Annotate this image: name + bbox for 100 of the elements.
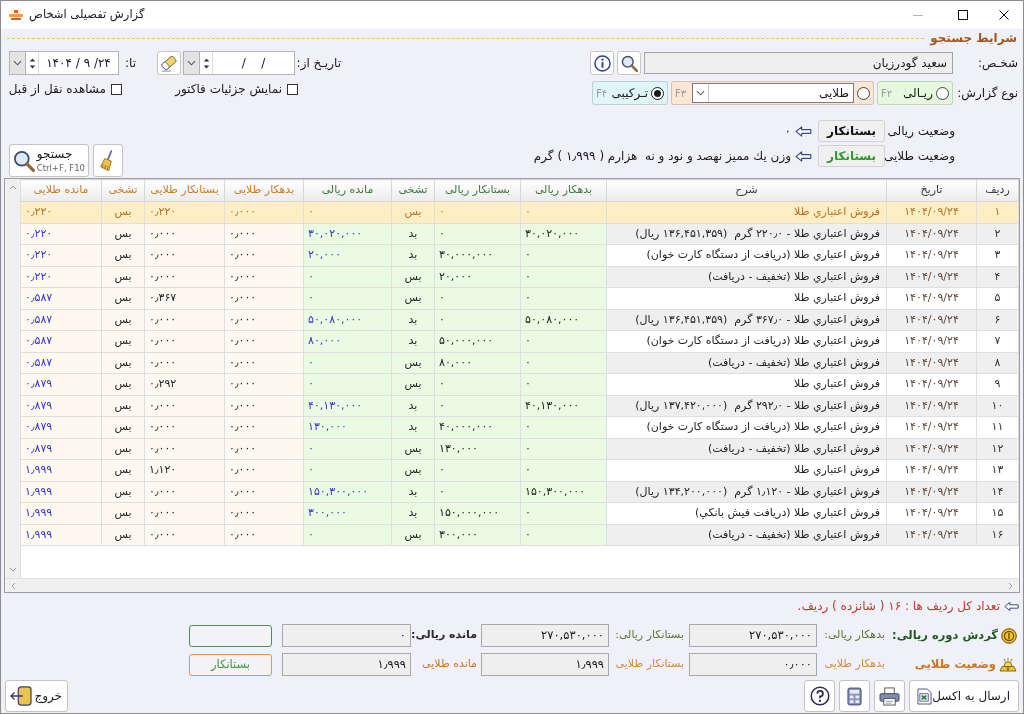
table-cell: بس — [391, 287, 435, 309]
search-button[interactable] — [617, 51, 641, 75]
checkbox[interactable] — [287, 83, 298, 95]
table-cell: ۰٫۰۰۰ — [224, 201, 304, 223]
table-cell: ۱۴۰۴/۰۹/۲۴ — [886, 524, 977, 546]
table-cell: ۸ — [976, 352, 1019, 374]
table-cell: ۰ — [520, 373, 607, 395]
table-cell: ۱۴ — [976, 481, 1019, 503]
table-row[interactable]: ۴ ۱۴۰۴/۰۹/۲۴ فروش اعتباري طلا (تخفیف - دریافت) ۰ ۲۰,۰۰۰ بس ۰ ۰٫۰۰۰ ۰٫۰۰۰ بس ۰٫۲۲۰ — [20, 266, 1019, 288]
spin-down-icon[interactable] — [202, 64, 210, 69]
status-field: بستانکار — [189, 653, 272, 676]
table-cell: ۰ — [520, 502, 607, 524]
table-cell: ۰٫۰۰۰ — [144, 223, 225, 245]
table-row[interactable]: ۶ ۱۴۰۴/۰۹/۲۴ فروش اعتباري طلا - ۳۶۷٫۰ گرم (۱۳۶,۴۵۱,۳۵۹ ریال) ۵۰,۰۸۰,۰۰۰ ۰ بد ۵۰,۰۸۰,۰۰۰ ۰٫۰۰۰ ۰٫۰۰۰ بس ۰٫۵۸۷ — [20, 309, 1019, 331]
date-field[interactable]: / / — [183, 51, 295, 75]
exit-button[interactable]: خروج — [5, 680, 68, 712]
table-row[interactable]: ۱ ۱۴۰۴/۰۹/۲۴ فروش اعتباري طلا ۰ ۰ بس ۰ ۰٫۰۰۰ ۰٫۲۲۰ بس ۰٫۲۲۰ — [20, 201, 1019, 223]
radio-label[interactable]: ریـالی — [903, 84, 933, 102]
table-cell: بس — [391, 438, 435, 460]
close-icon — [999, 10, 1009, 20]
clear-button[interactable] — [93, 144, 123, 177]
table-row[interactable]: ۱۰ ۱۴۰۴/۰۹/۲۴ فروش اعتباري طلا - ۲۹۲٫۰ گرم (۱۳۷,۴۲۰,۰۰۰ ریال) ۴۰,۱۳۰,۰۰۰ ۰ بد ۴۰,۱۳۰,۰۰۰ ۰٫۰۰۰ ۰٫۰۰۰ بس ۰٫۸۷۹ — [20, 395, 1019, 417]
table-cell: ۳۰۰,۰۰۰ — [434, 524, 521, 546]
table-row[interactable]: ۱۴ ۱۴۰۴/۰۹/۲۴ فروش اعتباري طلا - ۱٫۱۲۰ گرم (۱۳۴,۲۰۰,۰۰۰ ریال) ۱۵۰,۳۰۰,۰۰۰ ۰ بد ۱۵۰,۳۰۰,۰۰۰ ۰٫۰۰۰ ۰٫۰۰۰ بس ۱٫۹۹۹ — [20, 481, 1019, 503]
table-cell: ۰ — [434, 223, 521, 245]
table-cell: بس — [101, 502, 145, 524]
checkbox-label[interactable]: نمایش جزئیات فاکتور — [175, 80, 282, 98]
table-row[interactable]: ۳ ۱۴۰۴/۰۹/۲۴ فروش اعتباري طلا (دریافت از دستگاه کارت خوان) ۰ ۳۰,۰۰۰,۰۰۰ بد ۲۰,۰۰۰ ۰٫۰۰۰ ۰٫۰۰۰ بس ۰٫۲۲۰ — [20, 244, 1019, 266]
table-row[interactable]: ۱۱ ۱۴۰۴/۰۹/۲۴ فروش اعتباري طلا (دریافت از دستگاه کارت خوان) ۰ ۴۰,۰۰۰,۰۰۰ بد ۱۳۰,۰۰۰ ۰٫۰۰۰ ۰٫۰۰۰ بس ۰٫۸۷۹ — [20, 416, 1019, 438]
help-button[interactable] — [804, 680, 835, 712]
table-row[interactable]: ۵ ۱۴۰۴/۰۹/۲۴ فروش اعتباري طلا ۰ ۰ بس ۰ ۰٫۰۰۰ ۰٫۳۶۷ بس ۰٫۵۸۷ — [20, 287, 1019, 309]
column-header[interactable]: بدهکار ریالی — [520, 179, 607, 202]
column-header[interactable]: تاریخ — [886, 179, 977, 202]
table-cell: ۱۵ — [976, 502, 1019, 524]
spin-up-icon[interactable] — [28, 57, 36, 62]
radio-button[interactable] — [651, 86, 664, 100]
eraser-icon — [160, 54, 178, 72]
table-cell: بس — [391, 459, 435, 481]
table-cell: بس — [101, 287, 145, 309]
table-cell: بد — [391, 309, 435, 331]
table-cell: فروش اعتباري طلا — [606, 287, 887, 309]
table-cell: ۰٫۰۰۰ — [144, 352, 225, 374]
print-button[interactable] — [874, 680, 905, 712]
value-field: ۰٫۰۰۰ — [689, 653, 817, 676]
column-header[interactable]: مانده ریالی — [303, 179, 392, 202]
table-row[interactable]: ۲ ۱۴۰۴/۰۹/۲۴ فروش اعتباري طلا - ۲۲۰٫۰ گرم (۱۳۶,۴۵۱,۳۵۹ ریال) ۳۰,۰۲۰,۰۰۰ ۰ بد ۳۰,۰۲۰,۰۰۰ ۰٫۰۰۰ ۰٫۰۰۰ بس ۰٫۲۲۰ — [20, 223, 1019, 245]
date-field[interactable]: ۱۴۰۴ / ۹ /۲۴ — [9, 51, 119, 75]
table-row[interactable]: ۱۳ ۱۴۰۴/۰۹/۲۴ فروش اعتباري طلا ۰ ۰ بس ۰ ۰٫۰۰۰ ۱٫۱۲۰ بس ۱٫۹۹۹ — [20, 459, 1019, 481]
section-label: گردش دوره ریالی: — [892, 626, 998, 645]
export-button[interactable]: ارسال به اکسل — [909, 680, 1019, 712]
row-count-text: تعداد کل ردیف ها : ۱۶ ( شانزده ) ردیف. — [797, 598, 1000, 615]
column-header[interactable]: بستانکار ریالی — [434, 179, 521, 202]
info-button[interactable] — [590, 51, 614, 75]
table-cell: ۱۴۰۴/۰۹/۲۴ — [886, 287, 977, 309]
dropdown[interactable]: طلایی — [692, 83, 854, 103]
radio-button[interactable] — [936, 86, 949, 100]
table-cell: ۱۴۰۴/۰۹/۲۴ — [886, 330, 977, 352]
field-label: تاریـخ از: — [295, 55, 341, 72]
table-cell: فروش اعتباري طلا (دریافت از دستگاه کارت خوان) — [606, 244, 887, 266]
column-header[interactable]: تشخی — [391, 179, 435, 202]
table-cell: ۰ — [303, 201, 392, 223]
table-row[interactable]: ۸ ۱۴۰۴/۰۹/۲۴ فروش اعتباري طلا (تخفیف - دریافت) ۰ ۸۰,۰۰۰ بس ۰ ۰٫۰۰۰ ۰٫۰۰۰ بس ۰٫۵۸۷ — [20, 352, 1019, 374]
table-row[interactable]: ۱۵ ۱۴۰۴/۰۹/۲۴ فروش اعتباري طلا (دریافت فیش بانکي) ۰ ۱۵۰,۰۰۰,۰۰۰ بد ۳۰۰,۰۰۰ ۰٫۰۰۰ ۰٫۰۰۰ بس ۱٫۹۹۹ — [20, 502, 1019, 524]
table-cell: بس — [391, 524, 435, 546]
radio-button[interactable] — [857, 86, 870, 100]
table-row[interactable]: ۹ ۱۴۰۴/۰۹/۲۴ فروش اعتباري طلا ۰ ۰ بس ۰ ۰٫۰۰۰ ۰٫۲۹۲ بس ۰٫۸۷۹ — [20, 373, 1019, 395]
eraser-button[interactable] — [157, 51, 181, 75]
column-header[interactable]: شرح — [606, 179, 887, 202]
column-header[interactable]: ردیف — [976, 179, 1019, 202]
spin-up-icon[interactable] — [202, 57, 210, 62]
table-row[interactable]: ۷ ۱۴۰۴/۰۹/۲۴ فروش اعتباري طلا (دریافت از دستگاه کارت خوان) ۰ ۵۰,۰۰۰,۰۰۰ بد ۸۰,۰۰۰ ۰٫۰۰۰ ۰٫۰۰۰ بس ۰٫۵۸۷ — [20, 330, 1019, 352]
table-cell: ۱۴۰۴/۰۹/۲۴ — [886, 352, 977, 374]
chevron-down-icon[interactable] — [13, 60, 22, 66]
table-cell: بد — [391, 244, 435, 266]
table-cell: ۰٫۲۹۲ — [144, 373, 225, 395]
value-field: ۱٫۹۹۹ — [481, 653, 609, 676]
table-cell: ۴۰,۱۳۰,۰۰۰ — [303, 395, 392, 417]
table-cell: ۰ — [303, 438, 392, 460]
table-cell: ۰ — [434, 481, 521, 503]
checkbox-label[interactable]: مشاهده نقل از قبل — [8, 80, 106, 98]
field-label: بدهکار ریالی: — [823, 627, 886, 644]
checkbox[interactable] — [111, 83, 122, 95]
minimize-icon — [912, 14, 923, 16]
shortcut-hint: F۳ — [675, 86, 687, 101]
table-row[interactable]: ۱۲ ۱۴۰۴/۰۹/۲۴ فروش اعتباري طلا (تخفیف - دریافت) ۰ ۱۳۰,۰۰۰ بس ۰ ۰٫۰۰۰ ۰٫۰۰۰ بس ۰٫۸۷۹ — [20, 438, 1019, 460]
calculator-button[interactable] — [839, 680, 870, 712]
person-field[interactable]: سعید گودرزیان — [644, 52, 953, 74]
table-cell: فروش اعتباري طلا — [606, 459, 887, 481]
table-cell: فروش اعتباري طلا - ۱٫۱۲۰ گرم (۱۳۴,۲۰۰,۰۰۰ ریال) — [606, 481, 887, 503]
table-cell: ۰ — [520, 416, 607, 438]
table-row[interactable]: ۱۶ ۱۴۰۴/۰۹/۲۴ فروش اعتباري طلا (تخفیف - دریافت) ۰ ۳۰۰,۰۰۰ بس ۰ ۰٫۰۰۰ ۰٫۰۰۰ بس ۱٫۹۹۹ — [20, 524, 1019, 546]
help-icon — [809, 686, 830, 706]
radio-label[interactable]: تـرکیبی — [611, 84, 648, 102]
chevron-down-icon[interactable] — [187, 60, 196, 66]
table-cell: ۰ — [434, 395, 521, 417]
table-cell: بس — [101, 481, 145, 503]
spin-down-icon[interactable] — [28, 64, 36, 69]
table-cell: ۰٫۰۰۰ — [224, 524, 304, 546]
table-cell: ۰٫۰۰۰ — [224, 309, 304, 331]
table-cell: ۴۰,۰۰۰,۰۰۰ — [434, 416, 521, 438]
